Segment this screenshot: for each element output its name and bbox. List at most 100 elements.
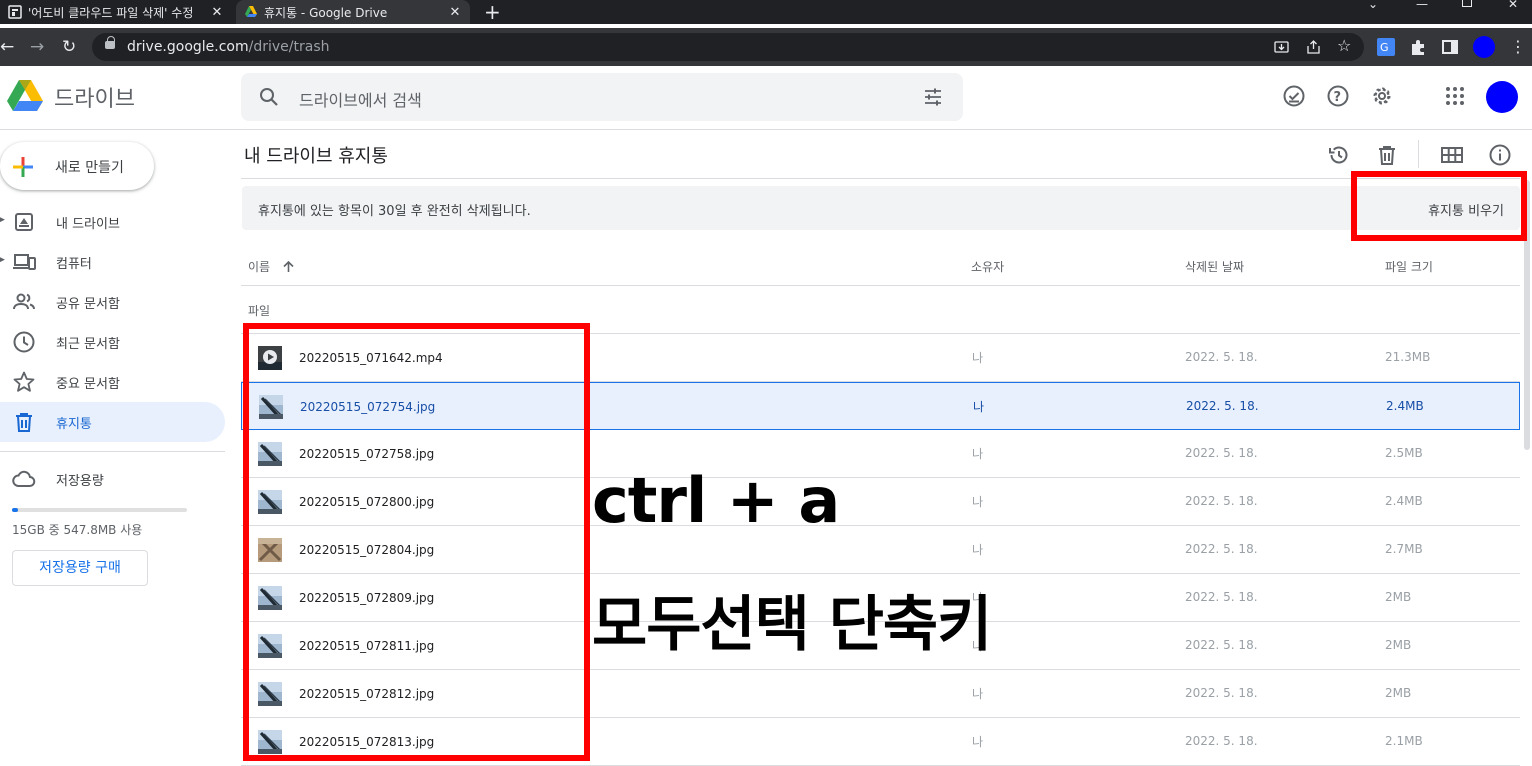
- sidebar-item-label: 최근 문서함: [56, 337, 120, 352]
- translate-extension-icon[interactable]: G: [1377, 38, 1395, 56]
- search-options-icon[interactable]: [923, 87, 943, 107]
- svg-text:G: G: [1380, 41, 1389, 54]
- file-deleted-date: 2022. 5. 18.: [1185, 734, 1258, 748]
- file-deleted-date: 2022. 5. 18.: [1186, 399, 1259, 413]
- shortcut-key-text: ctrl + a: [592, 464, 840, 537]
- buy-storage-button[interactable]: 저장용량 구매: [12, 550, 148, 586]
- url-text: drive.google.com/drive/trash: [127, 39, 330, 55]
- sidebar-item-my-drive[interactable]: ▶ 내 드라이브: [0, 202, 225, 242]
- file-deleted-date: 2022. 5. 18.: [1185, 590, 1258, 604]
- browser-tab-active[interactable]: 휴지통 - Google Drive ✕: [236, 0, 470, 24]
- new-button[interactable]: 새로 만들기: [0, 142, 154, 190]
- browser-menu-icon[interactable]: ⋮: [1510, 36, 1526, 58]
- window-close-icon[interactable]: ✕: [1508, 0, 1518, 10]
- column-header-divider: [241, 285, 1520, 286]
- sidebar-item-label: 컴퓨터: [56, 257, 92, 272]
- sidebar-item-label: 휴지통: [56, 417, 92, 432]
- tab-search-chevron-icon[interactable]: ⌄: [1368, 0, 1378, 10]
- sidebar-item-shared[interactable]: 공유 문서함: [0, 282, 225, 322]
- column-header-owner[interactable]: 소유자: [971, 258, 1004, 275]
- close-tab-icon[interactable]: ✕: [208, 5, 226, 20]
- file-size: 2.4MB: [1385, 494, 1423, 508]
- file-owner: 나: [972, 687, 984, 701]
- drive-header: 드라이브 드라이브에서 검색 ?: [0, 66, 1532, 130]
- column-header-deleted-date[interactable]: 삭제된 날짜: [1185, 258, 1244, 275]
- trash-info-banner: 휴지통에 있는 항목이 30일 후 완전히 삭제됩니다. 휴지통 비우기: [242, 186, 1520, 230]
- sidebar-item-starred[interactable]: 중요 문서함: [0, 362, 225, 402]
- highlight-box-empty-trash: [1351, 171, 1527, 241]
- back-icon[interactable]: ←: [0, 36, 14, 58]
- side-panel-icon[interactable]: [1441, 38, 1459, 56]
- browser-tab[interactable]: '어도비 클라우드 파일 삭제' 수정 ✕: [0, 0, 232, 24]
- address-bar[interactable]: drive.google.com/drive/trash ☆: [92, 33, 1364, 61]
- file-size: 2.7MB: [1385, 542, 1423, 556]
- forward-icon[interactable]: →: [30, 36, 44, 58]
- file-size: 21.3MB: [1385, 350, 1431, 364]
- docs-favicon-icon: [8, 5, 22, 19]
- plus-icon: [13, 157, 33, 177]
- browser-tab-title: 휴지통 - Google Drive: [264, 5, 388, 20]
- delete-forever-icon[interactable]: [1375, 143, 1399, 167]
- sidebar-item-label: 공유 문서함: [56, 297, 120, 312]
- storage-usage-text: 15GB 중 547.8MB 사용: [12, 523, 143, 537]
- expand-arrow-icon[interactable]: ▶: [0, 255, 5, 265]
- profile-avatar[interactable]: [1473, 36, 1495, 58]
- lock-icon: [105, 36, 115, 49]
- help-icon[interactable]: ?: [1326, 84, 1350, 108]
- brand-name[interactable]: 드라이브: [54, 81, 135, 113]
- new-tab-button[interactable]: +: [484, 0, 501, 24]
- file-deleted-date: 2022. 5. 18.: [1185, 494, 1258, 508]
- settings-gear-icon[interactable]: [1370, 84, 1394, 108]
- file-deleted-date: 2022. 5. 18.: [1185, 686, 1258, 700]
- file-size: 2.1MB: [1385, 734, 1423, 748]
- drive-logo-icon[interactable]: [7, 80, 43, 112]
- share-icon[interactable]: [1306, 40, 1321, 55]
- reload-icon[interactable]: ↻: [62, 36, 76, 58]
- sidebar-item-label: 저장용량: [56, 474, 104, 489]
- account-avatar[interactable]: [1486, 81, 1518, 113]
- sidebar-item-storage[interactable]: 저장용량: [0, 459, 225, 499]
- maximize-icon[interactable]: [1462, 0, 1472, 7]
- apps-grid-icon[interactable]: [1443, 84, 1467, 108]
- minimize-icon[interactable]: —: [1416, 0, 1428, 10]
- sidebar-item-computers[interactable]: ▶ 컴퓨터: [0, 242, 225, 282]
- restore-history-icon[interactable]: [1327, 143, 1351, 167]
- computer-icon: [13, 254, 36, 270]
- file-owner: 나: [972, 735, 984, 749]
- info-icon[interactable]: [1488, 143, 1512, 167]
- search-input[interactable]: 드라이브에서 검색: [299, 87, 422, 111]
- file-owner: 나: [972, 447, 984, 461]
- file-deleted-date: 2022. 5. 18.: [1185, 542, 1258, 556]
- browser-toolbar: ← → ↻ drive.google.com/drive/trash ☆ G ⋮: [0, 28, 1532, 66]
- file-deleted-date: 2022. 5. 18.: [1185, 446, 1258, 460]
- sidebar-item-label: 중요 문서함: [56, 377, 120, 392]
- grid-view-icon[interactable]: [1440, 143, 1464, 167]
- close-tab-icon[interactable]: ✕: [446, 5, 464, 20]
- highlight-box-file-names: [243, 323, 590, 761]
- install-app-icon[interactable]: [1274, 40, 1289, 55]
- sort-ascending-icon[interactable]: [282, 260, 295, 273]
- expand-arrow-icon[interactable]: ▶: [0, 215, 5, 225]
- sidebar-divider: [0, 451, 225, 452]
- file-size: 2.5MB: [1385, 446, 1423, 460]
- column-header-file-size[interactable]: 파일 크기: [1385, 258, 1433, 275]
- file-deleted-date: 2022. 5. 18.: [1185, 350, 1258, 364]
- file-deleted-date: 2022. 5. 18.: [1185, 638, 1258, 652]
- offline-check-icon[interactable]: [1282, 84, 1306, 108]
- trash-icon: [16, 413, 32, 432]
- search-icon[interactable]: [259, 87, 279, 107]
- sidebar-item-label: 내 드라이브: [56, 217, 120, 232]
- bookmark-star-icon[interactable]: ☆: [1337, 36, 1351, 55]
- sidebar-item-recent[interactable]: 최근 문서함: [0, 322, 225, 362]
- file-size: 2MB: [1385, 638, 1412, 652]
- clock-icon: [13, 331, 35, 353]
- extensions-puzzle-icon[interactable]: [1409, 38, 1427, 56]
- storage-progress-fill: [12, 508, 19, 512]
- shortcut-caption-text: 모두선택 단축키: [592, 590, 992, 660]
- sidebar-item-trash[interactable]: 휴지통: [0, 402, 225, 442]
- shared-icon: [13, 293, 35, 310]
- column-header-name[interactable]: 이름: [248, 258, 295, 275]
- storage-progress-bar: [12, 508, 187, 512]
- column-header-name-label: 이름: [248, 260, 271, 274]
- search-bar[interactable]: 드라이브에서 검색: [241, 73, 963, 121]
